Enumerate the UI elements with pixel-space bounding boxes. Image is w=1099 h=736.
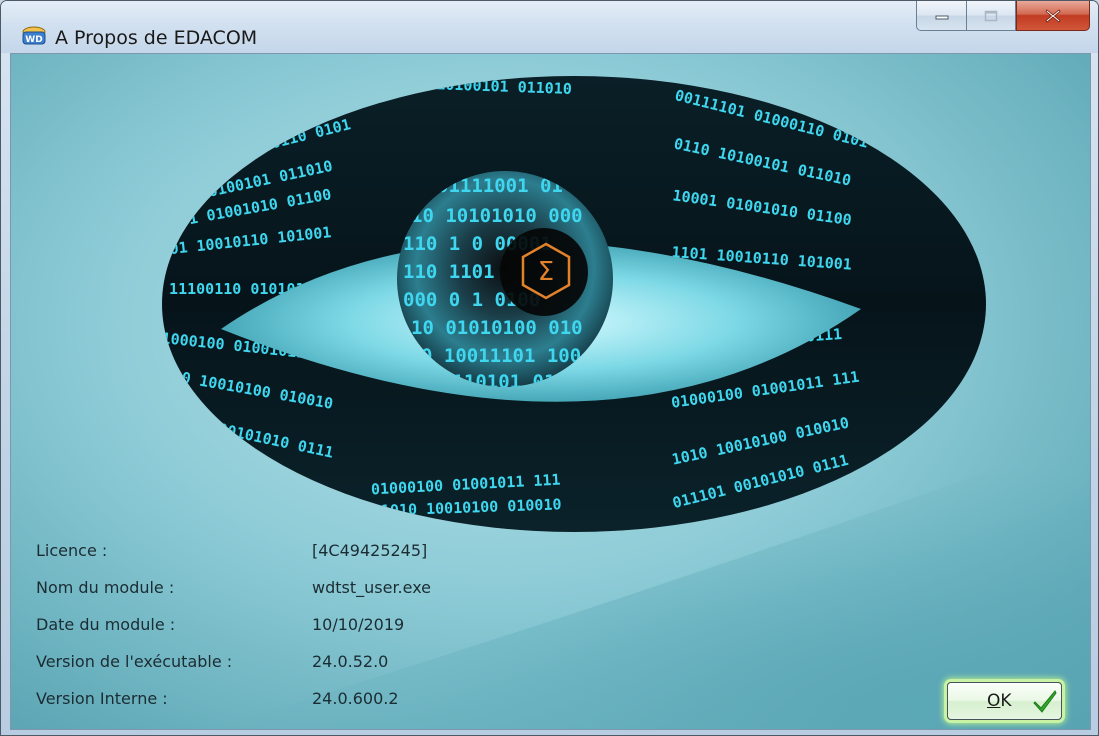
module-date-value: 10/10/2019 xyxy=(312,615,405,634)
minimize-icon xyxy=(935,15,948,19)
module-name-label: Nom du module : xyxy=(36,578,175,597)
windev-icon: WD xyxy=(22,26,46,45)
module-date-label: Date du module : xyxy=(36,615,176,634)
checkmark-icon xyxy=(1033,690,1057,713)
licence-label: Licence : xyxy=(36,541,108,560)
ok-button[interactable]: OK xyxy=(947,682,1062,720)
sigma-symbol: Σ xyxy=(538,257,554,287)
iris-row: 10 10101010 000 xyxy=(411,205,583,227)
iris-row: 0 10011101 100 xyxy=(421,345,581,367)
module-name-value: wdtst_user.exe xyxy=(312,578,432,597)
about-dialog-window: WD A Propos de EDACOM 00111101 01000110 … xyxy=(0,0,1099,736)
iris-row: 10 01010100 010 xyxy=(411,317,583,339)
ok-button-label: OK xyxy=(987,691,1012,711)
dialog-client-area: 00111101 01000110 0101 0110 10100101 011… xyxy=(10,53,1091,730)
window-title: A Propos de EDACOM xyxy=(55,27,258,49)
close-icon xyxy=(1045,8,1061,23)
iris-row: 110 1101 xyxy=(403,261,495,283)
exe-version-label: Version de l'exécutable : xyxy=(36,652,233,671)
maximize-icon xyxy=(984,10,998,21)
ok-accelerator: O xyxy=(987,691,1001,711)
title-bar[interactable]: WD A Propos de EDACOM xyxy=(1,1,1098,53)
exe-version-value: 24.0.52.0 xyxy=(312,652,389,671)
licence-value: [4C49425245] xyxy=(312,541,428,560)
svg-text:WD: WD xyxy=(25,35,42,45)
close-button[interactable] xyxy=(1016,1,1090,31)
maximize-button[interactable] xyxy=(966,1,1016,31)
internal-version-value: 24.0.600.2 xyxy=(312,689,399,708)
minimize-button[interactable] xyxy=(916,1,966,31)
ok-label-rest: K xyxy=(1000,691,1012,711)
caption-buttons xyxy=(916,1,1090,31)
internal-version-label: Version Interne : xyxy=(36,689,168,708)
